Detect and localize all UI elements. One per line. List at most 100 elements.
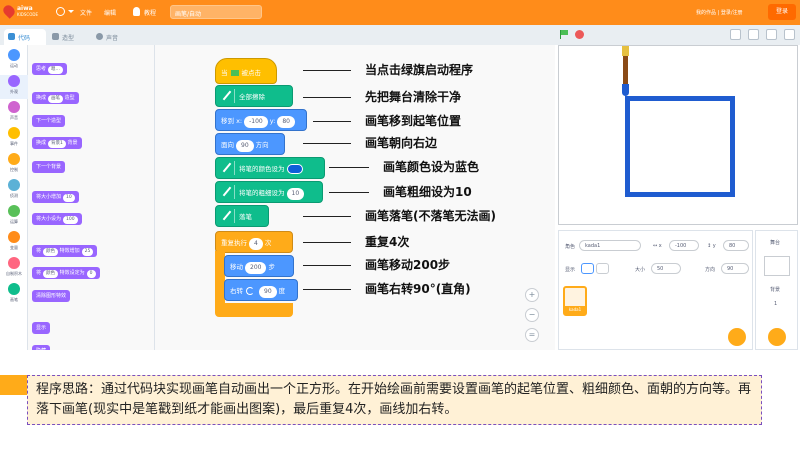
pen-icon [8,283,20,295]
direction-input[interactable]: 90 [236,140,254,152]
direction-input[interactable]: 90 [721,263,749,274]
category-motion[interactable]: 运动 [0,49,28,73]
block-value[interactable]: 颜色 [43,248,59,256]
fullscreen-icon[interactable] [784,29,795,40]
move-steps-input[interactable]: 200 [245,262,267,274]
show-eye-icon[interactable] [581,263,594,274]
category-events[interactable]: 事件 [0,127,28,151]
tab-costumes[interactable]: 造型 [48,29,90,45]
category-label: 变量 [10,245,18,250]
tutorial-menu[interactable]: 教程 [144,8,156,17]
palette-block-set-size[interactable]: 将大小设为 100 [32,213,82,225]
edit-menu[interactable]: 编辑 [104,8,116,17]
y-input[interactable]: 80 [723,240,749,251]
category-my-blocks[interactable]: 自制积木 [0,257,28,281]
pen-size-input[interactable]: 10 [286,188,305,200]
turn-degrees-input[interactable]: 90 [259,286,277,298]
my-works-login-link[interactable]: 我的作品 | 登录/注册 [696,9,743,16]
palette-block-switch-costume[interactable]: 换成 画笔 造型 [32,92,79,104]
normal-stage-icon[interactable] [748,29,759,40]
add-extension-button[interactable] [0,375,28,395]
palette-block-change-effect[interactable]: 将颜色 特效增加 25 [32,245,98,257]
goto-y-input[interactable]: 80 [277,116,295,128]
goto-x-input[interactable]: -100 [244,116,268,128]
palette-block-clear-effects[interactable]: 清除图形特效 [32,290,71,302]
large-stage-icon[interactable] [766,29,777,40]
brush-ferrule [622,46,629,56]
sprite-tile[interactable]: kada1 [563,286,587,316]
sprite-name-label: 角色 [565,244,576,250]
goto-xy-block[interactable]: 移到 x: -100 y: 80 [215,109,307,131]
file-menu[interactable]: 文件 [80,8,92,17]
block-value[interactable]: 嗯… [48,66,64,74]
palette-block-hide[interactable]: 隐藏 [32,345,51,350]
block-value[interactable]: 10 [63,194,75,202]
block-label: 特效增加 [59,248,80,254]
block-label: 当 [221,69,228,77]
tab-sounds[interactable]: 声音 [92,29,134,45]
block-label: 将 [36,270,42,276]
palette-block-change-size[interactable]: 将大小增加 10 [32,191,79,203]
add-backdrop-button[interactable] [768,328,786,346]
category-looks[interactable]: 外观 [0,75,28,99]
category-sensing[interactable]: 侦测 [0,179,28,203]
category-variables[interactable]: 变量 [0,231,28,255]
size-input[interactable]: 50 [651,263,681,274]
palette-block-switch-backdrop[interactable]: 换成 背景1 背景 [32,137,82,149]
hide-eye-icon[interactable] [596,263,609,274]
lightbulb-icon[interactable] [133,7,140,16]
palette-block-set-effect[interactable]: 将颜色 特效设定为 0 [32,267,100,279]
zoom-reset-button[interactable]: = [525,328,539,342]
pen-icon [221,89,235,103]
when-flag-clicked-block[interactable]: 当 被点击 [215,58,277,84]
login-button[interactable]: 登录 [768,4,796,20]
palette-block-next-backdrop[interactable]: 下一个背景 [32,161,66,173]
category-operators[interactable]: 运算 [0,205,28,229]
x-label: ↔ x [653,243,662,249]
backdrop-thumbnail[interactable] [764,256,790,276]
set-pen-color-block[interactable]: 将笔的颜色设为 [215,157,325,179]
category-sound[interactable]: 声音 [0,101,28,125]
project-title-input[interactable]: 画笔/自动 [170,5,262,19]
pen-color-swatch[interactable] [286,164,303,174]
sprite-name-input[interactable]: kada1 [579,240,641,251]
move-steps-block[interactable]: 移动 200 步 [224,255,294,277]
script-workspace[interactable]: 当被点击 全部擦除 移到 x: -100 y: 80 面向 90 方向 将笔的颜色设为 将… [155,45,555,350]
chevron-down-icon[interactable] [68,10,74,13]
category-pen[interactable]: 画笔 [0,283,28,307]
block-value[interactable]: 颜色 [43,270,59,278]
palette-block-show[interactable]: 显示 [32,322,51,334]
palette-block-next-costume[interactable]: 下一个造型 [32,115,66,127]
app-logo[interactable]: aiwa KIDSCODE [1,3,44,21]
pen-icon [221,185,235,199]
block-label: 重复执行 [221,239,247,247]
zoom-in-button[interactable]: + [525,288,539,302]
set-pen-size-block[interactable]: 将笔的粗细设为 10 [215,181,323,203]
tab-code[interactable]: 代码 [4,29,46,45]
block-value[interactable]: 画笔 [48,95,64,103]
x-input[interactable]: -100 [669,240,699,251]
stop-icon[interactable] [575,30,584,39]
erase-all-block[interactable]: 全部擦除 [215,85,293,107]
repeat-count-input[interactable]: 4 [249,238,263,250]
language-globe-icon[interactable] [56,7,65,16]
block-value[interactable]: 25 [81,248,94,256]
category-label: 外观 [10,89,18,94]
small-stage-icon[interactable] [730,29,741,40]
zoom-out-button[interactable]: − [525,308,539,322]
point-direction-block[interactable]: 面向 90 方向 [215,133,285,155]
category-label: 自制积木 [6,271,22,276]
pen-down-block[interactable]: 落笔 [215,205,269,227]
add-sprite-button[interactable] [728,328,746,346]
palette-block-think[interactable]: 思考 嗯… [32,63,68,75]
direction-label: 方向 [705,267,716,273]
green-flag-icon[interactable] [560,30,568,39]
stage-canvas[interactable] [558,45,798,225]
block-value[interactable]: 背景1 [48,140,66,148]
turn-right-block[interactable]: 右转 90 度 [224,279,298,301]
repeat-block[interactable]: 重复执行 4 次 [215,231,293,253]
block-value[interactable]: 0 [86,270,96,278]
block-value[interactable]: 100 [63,216,78,224]
category-control[interactable]: 控制 [0,153,28,177]
tab-label: 代码 [18,35,31,42]
